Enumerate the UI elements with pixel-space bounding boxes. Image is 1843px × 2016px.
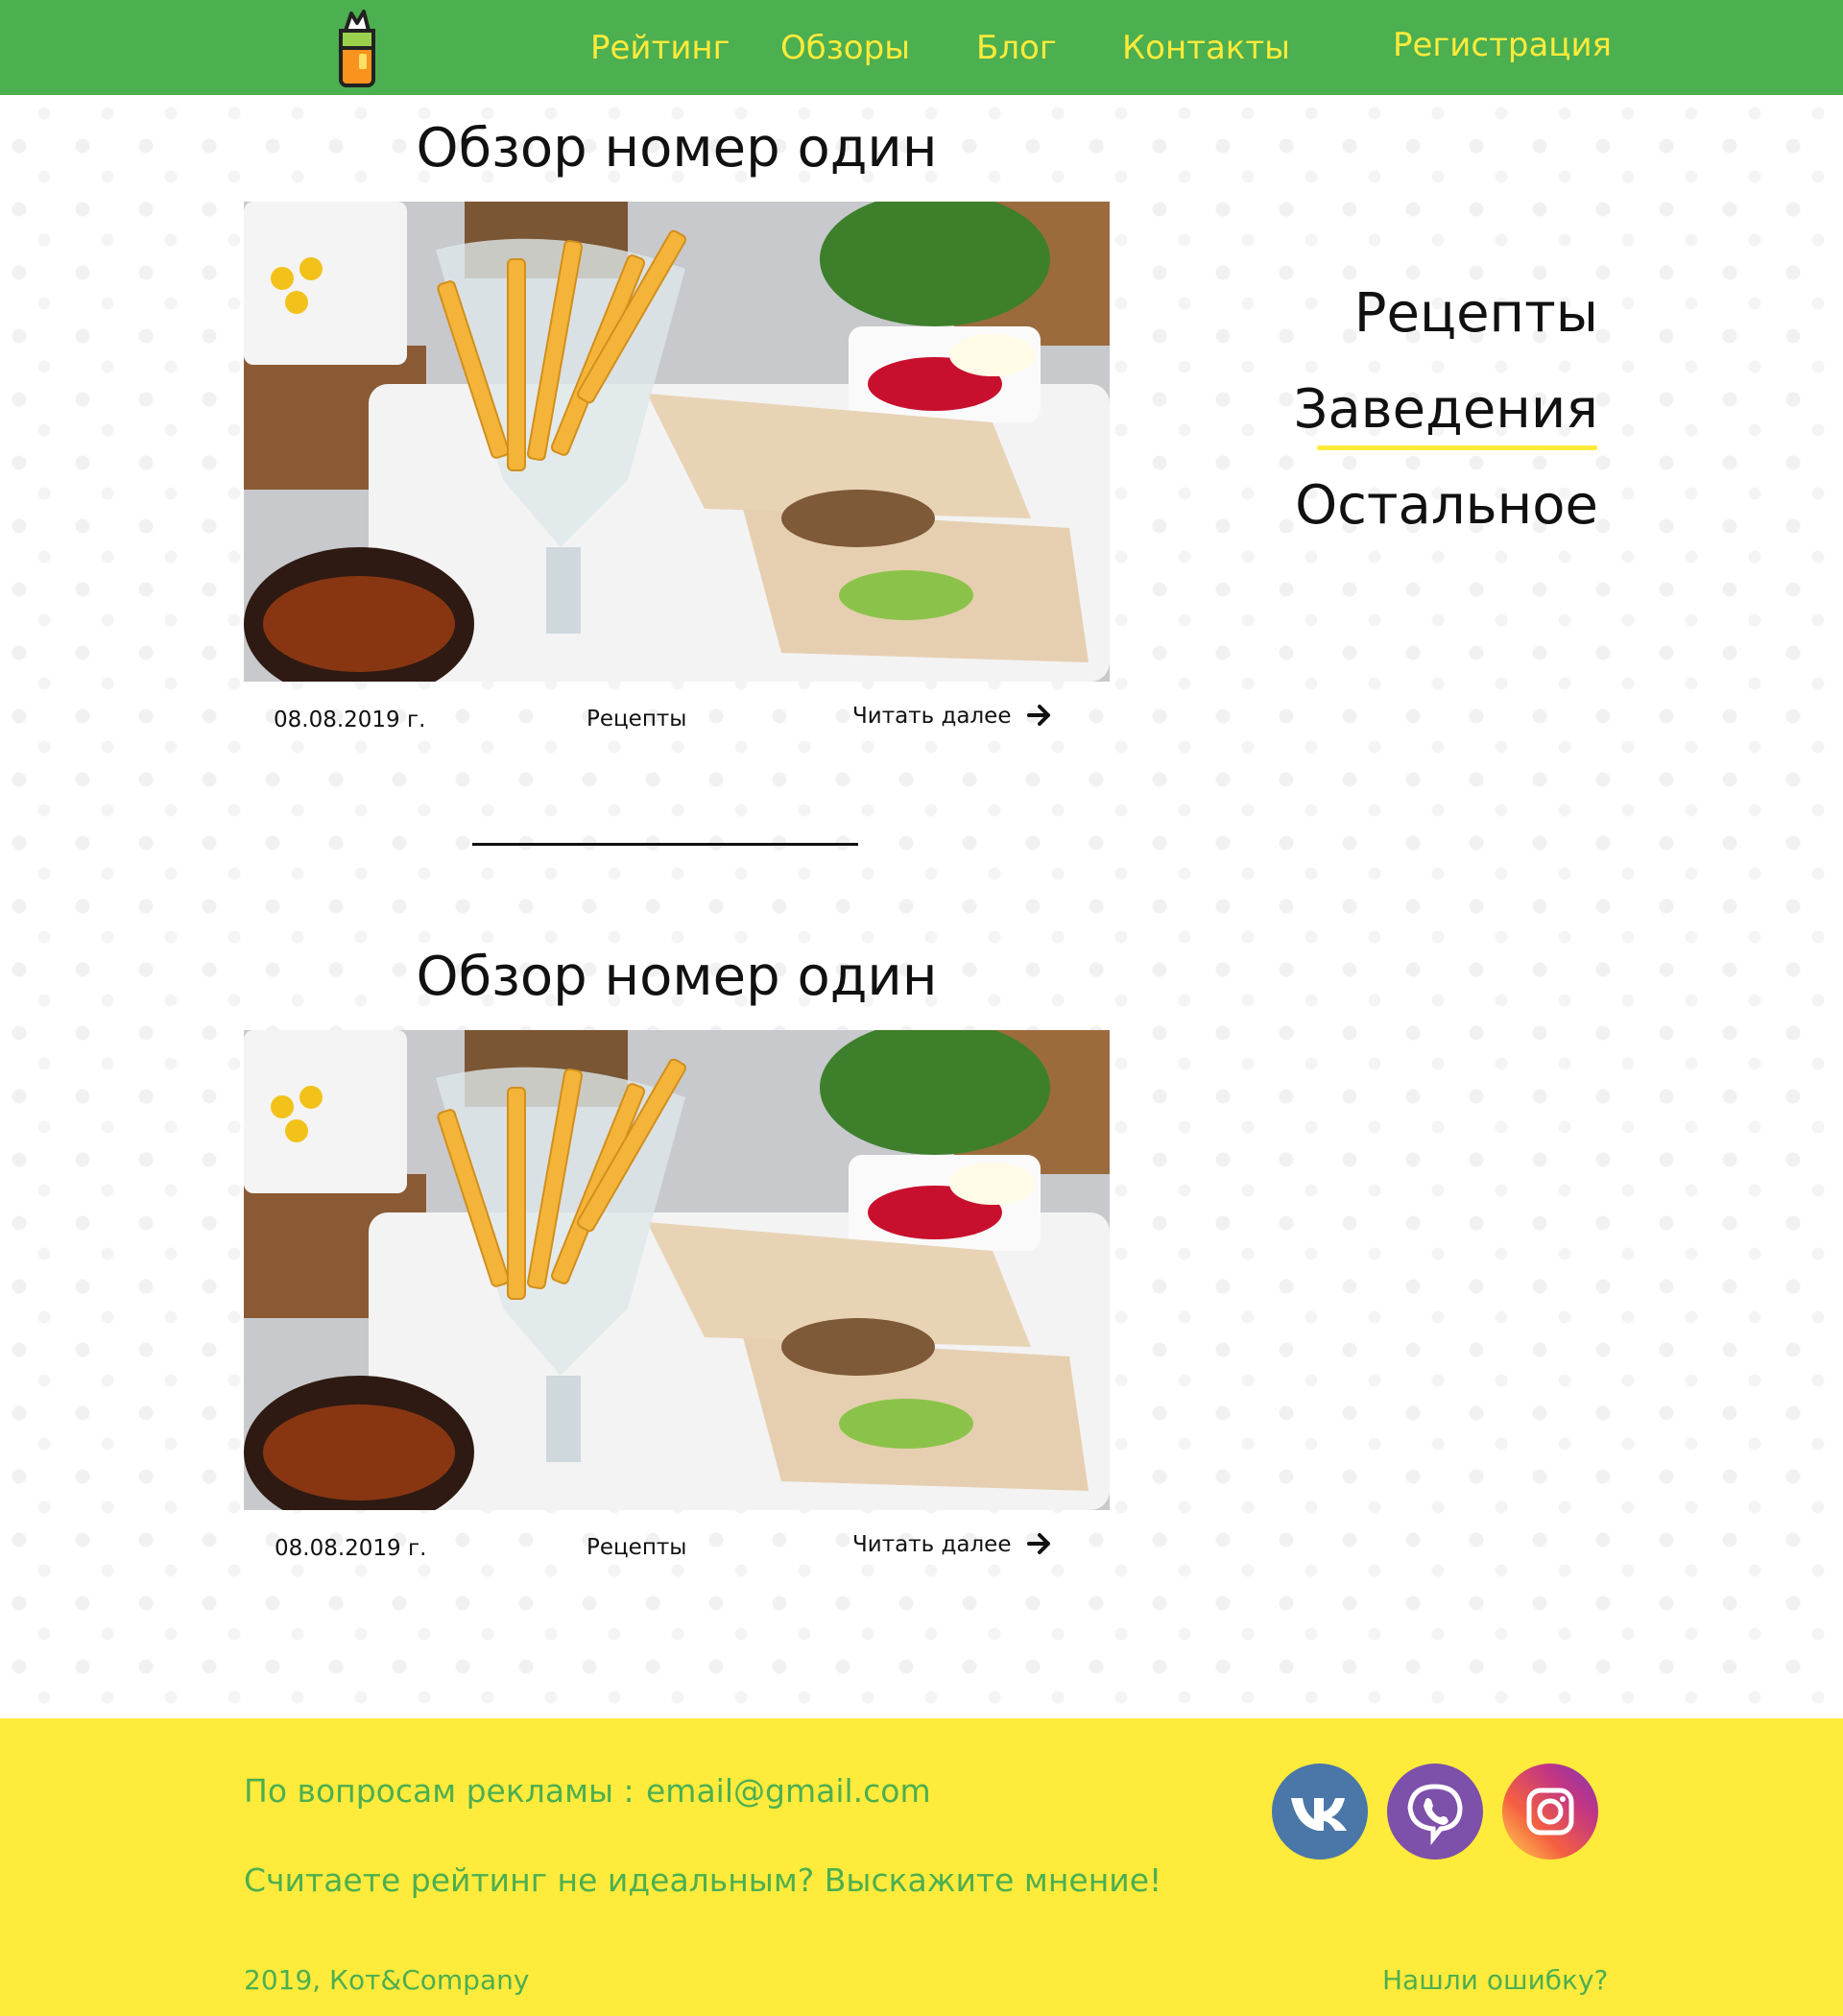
feedback-link[interactable]: Считаете рейтинг не идеальным? Выскажите… xyxy=(244,1861,1161,1899)
sidebar-item-other[interactable]: Остальное xyxy=(1295,474,1598,537)
arrow-right-icon[interactable] xyxy=(1025,701,1054,730)
nav-blog-link[interactable]: Блог xyxy=(976,29,1057,67)
instagram-icon[interactable] xyxy=(1502,1764,1598,1860)
active-item-underline xyxy=(1317,445,1597,450)
nav-contacts-link[interactable]: Контакты xyxy=(1122,29,1290,67)
article-date: 08.08.2019 г. xyxy=(274,708,426,732)
article-photo[interactable] xyxy=(244,1030,1110,1510)
nav-reviews-link[interactable]: Обзоры xyxy=(780,29,910,67)
article-divider xyxy=(472,843,858,846)
article-title[interactable]: Обзор номер один xyxy=(244,948,1110,1007)
article-category[interactable]: Рецепты xyxy=(586,707,686,732)
register-link[interactable]: Регистрация xyxy=(1393,26,1612,64)
viber-icon[interactable] xyxy=(1387,1764,1483,1860)
article-photo[interactable] xyxy=(244,202,1110,682)
article-category[interactable]: Рецепты xyxy=(586,1535,686,1560)
read-more-link[interactable]: Читать далее xyxy=(852,704,1011,729)
arrow-right-icon[interactable] xyxy=(1025,1529,1054,1558)
shawarma-logo-icon[interactable] xyxy=(338,10,376,88)
ads-contact-label: По вопросам рекламы : xyxy=(244,1772,634,1810)
report-error-link[interactable]: Нашли ошибку? xyxy=(1382,1964,1608,1996)
nav-rating-link[interactable]: Рейтинг xyxy=(590,29,730,67)
copyright-text: 2019, Кот&Company xyxy=(244,1964,530,1996)
vk-icon[interactable] xyxy=(1272,1764,1368,1860)
sidebar-item-recipes[interactable]: Рецепты xyxy=(1354,282,1598,345)
sidebar-item-venues[interactable]: Заведения xyxy=(1293,378,1598,441)
top-navbar: Рейтинг Обзоры Блог Контакты Регистрация xyxy=(0,0,1843,95)
read-more-link[interactable]: Читать далее xyxy=(852,1532,1011,1557)
article-date: 08.08.2019 г. xyxy=(275,1536,427,1561)
article-title[interactable]: Обзор номер один xyxy=(244,119,1110,179)
ads-email-link[interactable]: email@gmail.com xyxy=(646,1772,931,1810)
